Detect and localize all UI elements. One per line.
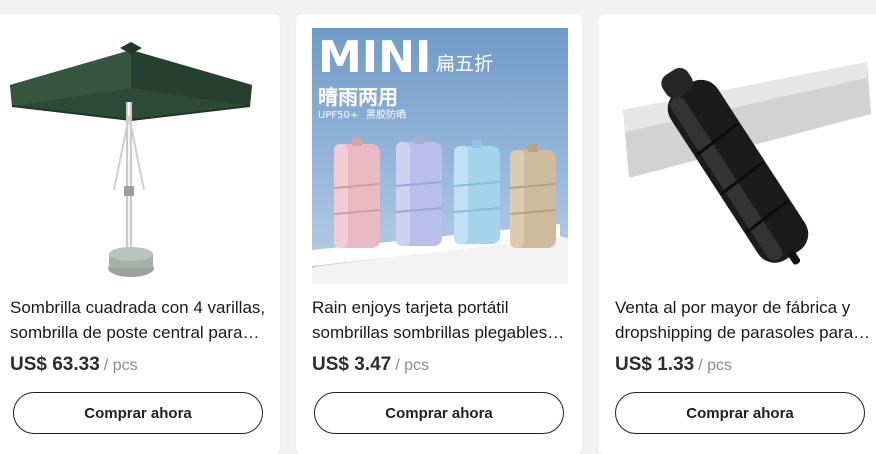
price-amount: US$ 1.33 xyxy=(615,354,695,375)
banner-headline: MINI xyxy=(318,32,431,83)
price-amount: US$ 3.47 xyxy=(312,354,392,375)
product-title[interactable]: Rain enjoys tarjeta portátil sombrillas … xyxy=(312,295,568,345)
price-unit: / pcs xyxy=(395,357,430,374)
product-price: US$ 63.33/ pcs xyxy=(10,354,138,376)
price-unit: / pcs xyxy=(698,357,733,374)
mini-umbrellas-icon: MINI 扁五折 晴雨两用 UPF50+ 黑胶防晒 xyxy=(312,28,568,284)
buy-now-button[interactable]: Comprar ahora xyxy=(615,392,865,434)
product-price: US$ 1.33/ pcs xyxy=(615,354,732,376)
product-image[interactable]: MINI 扁五折 晴雨两用 UPF50+ 黑胶防晒 xyxy=(312,28,568,284)
banner-subtitle: 晴雨两用 xyxy=(318,85,398,109)
price-amount: US$ 63.33 xyxy=(10,354,100,375)
price-unit: / pcs xyxy=(103,357,138,374)
product-image[interactable] xyxy=(615,28,871,284)
product-image[interactable] xyxy=(10,28,266,284)
black-umbrella-icon xyxy=(615,28,871,284)
banner-tagline-left: UPF50+ xyxy=(318,110,358,121)
buy-now-button[interactable]: Comprar ahora xyxy=(13,392,263,434)
banner-discount: 扁五折 xyxy=(436,53,493,75)
buy-now-button[interactable]: Comprar ahora xyxy=(314,392,564,434)
product-title[interactable]: Sombrilla cuadrada con 4 varillas, sombr… xyxy=(10,295,266,345)
product-card[interactable]: Sombrilla cuadrada con 4 varillas, sombr… xyxy=(0,14,280,454)
patio-umbrella-icon xyxy=(10,28,266,284)
banner-tagline-right: 黑胶防晒 xyxy=(366,108,406,121)
product-card[interactable]: Venta al por mayor de fábrica y dropship… xyxy=(598,14,876,454)
product-card[interactable]: MINI 扁五折 晴雨两用 UPF50+ 黑胶防晒 Rain enjoys ta… xyxy=(296,14,582,454)
product-title[interactable]: Venta al por mayor de fábrica y dropship… xyxy=(615,295,871,345)
product-price: US$ 3.47/ pcs xyxy=(312,354,429,376)
